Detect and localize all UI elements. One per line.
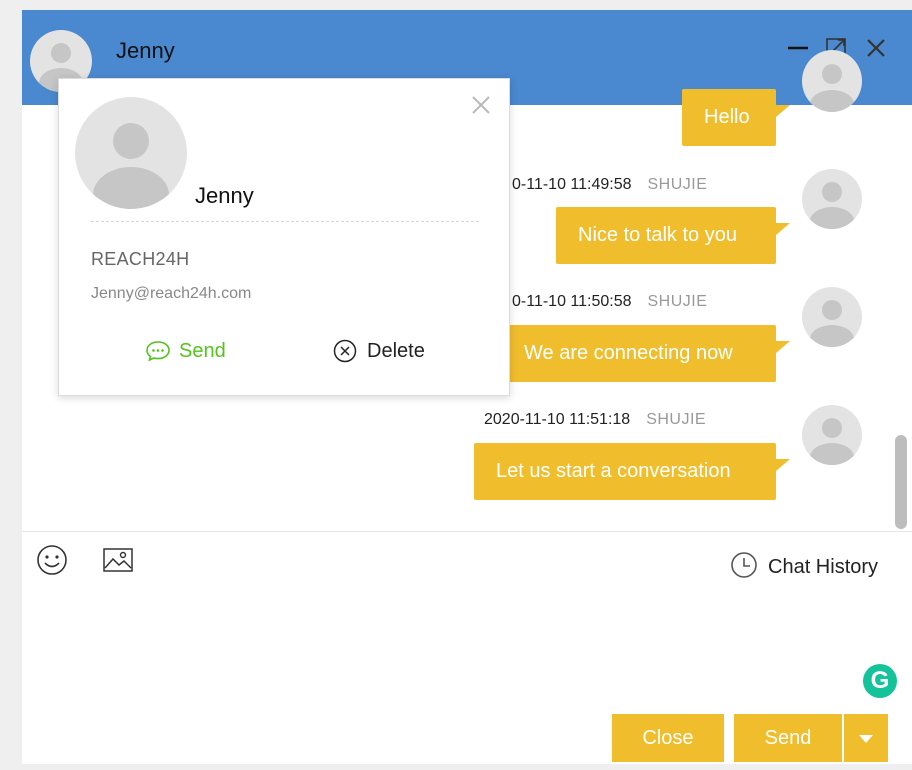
card-send-label: Send	[179, 339, 226, 362]
message-input[interactable]	[22, 590, 912, 700]
emoji-icon[interactable]	[36, 544, 68, 576]
popup-close-icon[interactable]	[469, 93, 493, 117]
message-bubble: Hello	[682, 89, 790, 146]
contact-email: Jenny@reach24h.com	[91, 285, 252, 302]
card-send-button[interactable]: Send	[145, 339, 226, 363]
send-button[interactable]: Send	[734, 714, 842, 762]
contact-name: Jenny	[116, 38, 175, 63]
close-button[interactable]: Close	[612, 714, 724, 762]
message-timestamp: 0-11-10 11:49:58	[512, 176, 632, 193]
message-sender: SHUJIE	[647, 293, 708, 310]
contact-card-name: Jenny	[195, 183, 254, 208]
card-delete-button[interactable]: Delete	[333, 339, 425, 363]
close-icon[interactable]	[864, 36, 888, 60]
chat-bubble-icon	[145, 339, 171, 363]
message-bubble: Nice to talk to you	[556, 207, 790, 264]
sender-avatar	[802, 169, 862, 229]
card-divider	[91, 221, 479, 222]
message-meta: 0-11-10 11:49:58 SHUJIE	[512, 176, 707, 194]
message-timestamp: 2020-11-10 11:51:18	[484, 411, 631, 428]
minimize-icon[interactable]	[786, 36, 810, 60]
card-delete-label: Delete	[367, 339, 425, 362]
message-sender: SHUJIE	[646, 411, 707, 428]
sender-avatar	[802, 50, 862, 112]
message-bubble: We are connecting now	[502, 325, 790, 382]
contact-avatar	[75, 97, 187, 209]
chat-history-button[interactable]: Chat History	[730, 551, 879, 584]
composer-divider	[22, 531, 912, 532]
chat-history-label: Chat History	[768, 555, 879, 578]
send-options-dropdown[interactable]	[844, 714, 888, 762]
scrollbar-thumb[interactable]	[895, 435, 907, 529]
caret-down-icon	[858, 727, 874, 749]
message-sender: SHUJIE	[647, 176, 708, 193]
contact-card-popup: Jenny REACH24H Jenny@reach24h.com Send D…	[58, 78, 510, 396]
image-icon[interactable]	[102, 546, 134, 574]
message-bubble: Let us start a conversation	[474, 443, 790, 500]
sender-avatar	[802, 287, 862, 347]
circle-x-icon	[333, 339, 357, 363]
message-timestamp: 0-11-10 11:50:58	[512, 293, 632, 310]
sender-avatar	[802, 405, 862, 465]
grammarly-icon[interactable]: G	[863, 664, 897, 698]
message-meta: 2020-11-10 11:51:18 SHUJIE	[484, 411, 706, 429]
message-meta: 0-11-10 11:50:58 SHUJIE	[512, 293, 707, 311]
clock-icon	[730, 551, 758, 584]
contact-company: REACH24H	[91, 249, 190, 269]
